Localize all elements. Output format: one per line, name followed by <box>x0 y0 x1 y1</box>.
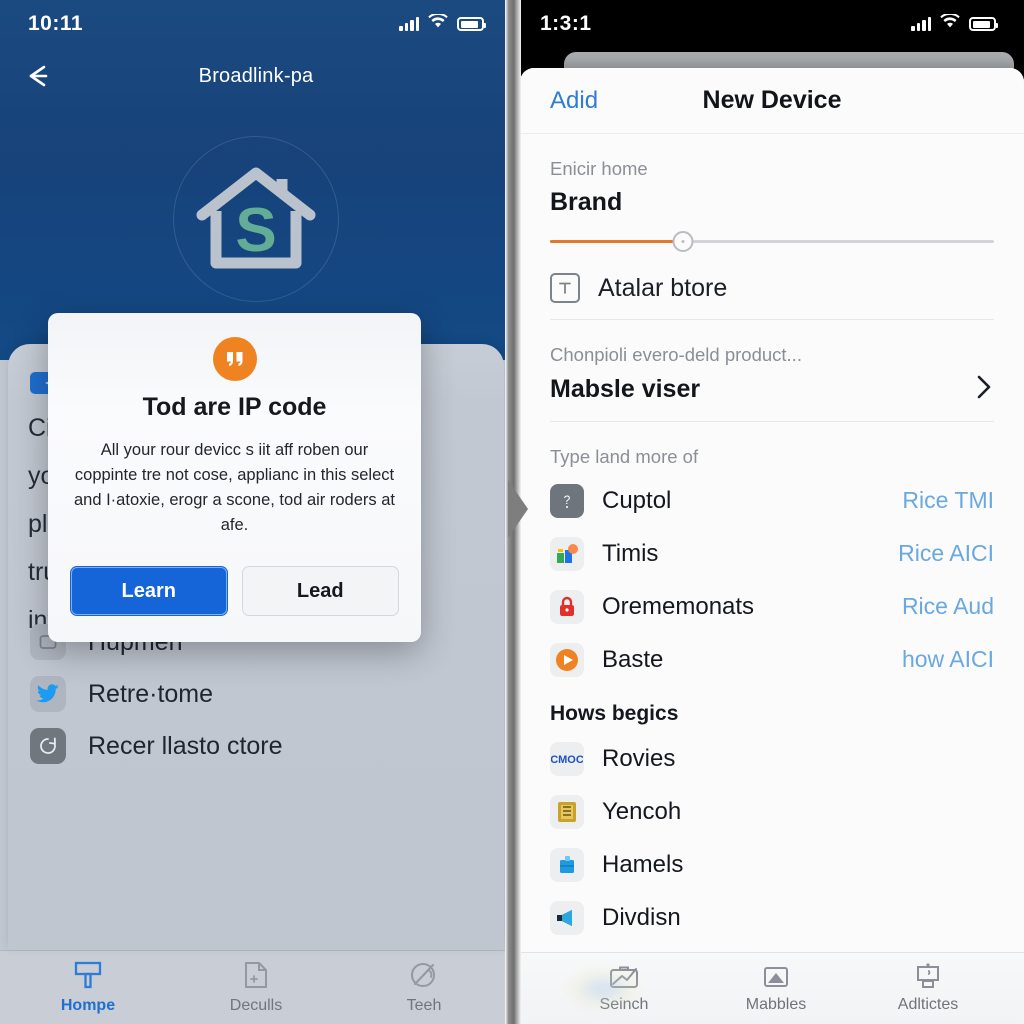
svg-text:CMOC: CMOC <box>551 754 583 766</box>
dialog-actions: Learn Lead <box>70 566 399 616</box>
slider-thumb[interactable] <box>672 231 694 252</box>
mountain-icon <box>764 967 788 987</box>
status-time: 1:3:1 <box>540 12 592 35</box>
list-item-label: Yencoh <box>602 797 682 825</box>
label-box-icon <box>550 273 580 303</box>
list-item[interactable]: CMOC Rovies <box>550 732 994 785</box>
list-item-label: Hamels <box>602 850 684 878</box>
right-navbar: Adid New Device <box>520 68 1024 134</box>
tab-mabbles[interactable]: Mabbles <box>726 963 826 1014</box>
blue-box-icon <box>550 847 584 882</box>
dialog-body: All your rour devicc s iit aff roben our… <box>73 441 395 534</box>
quote-marks-icon <box>212 337 257 381</box>
right-status-bar: 1:3:1 <box>512 0 1024 48</box>
lead-button[interactable]: Lead <box>241 566 399 616</box>
brand-slider[interactable] <box>550 229 994 255</box>
tab-glow <box>564 968 642 1010</box>
list-item-action[interactable]: Rice TMI <box>902 487 994 514</box>
type-section-heading: Type land more of <box>550 446 699 467</box>
list-item[interactable]: Orememonats Rice Aud <box>550 580 994 633</box>
list-item-label: Cuptol <box>602 486 672 514</box>
store-row[interactable]: Atalar btore <box>550 255 994 320</box>
left-phone-panel: 10:11 Broadlink-pa S Ci yo plu tru int R… <box>0 0 512 1024</box>
list-item-action[interactable]: how AICI <box>902 646 994 673</box>
sheet-body: Enicir home Brand Atalar btore Chonpioli… <box>520 158 1024 944</box>
list-item[interactable]: ? Cuptol Rice TMI <box>550 474 994 527</box>
new-device-sheet: Adid New Device Enicir home Brand Atalar… <box>520 68 1024 1024</box>
store-row-label: Atalar btore <box>598 273 728 302</box>
wifi-icon <box>940 12 960 34</box>
chevron-right-icon <box>974 372 994 407</box>
right-phone-panel: 1:3:1 Adid New Device Enicir home Brand <box>512 0 1024 1024</box>
hows-section-list: CMOC Rovies Yencoh Hamels Divdisn <box>550 732 994 944</box>
list-item[interactable]: Divdisn <box>550 891 994 944</box>
add-button[interactable]: Adid <box>550 87 598 115</box>
dual-phone-screenshot: 10:11 Broadlink-pa S Ci yo plu tru int R… <box>0 0 1024 1024</box>
list-item-label: Baste <box>602 645 664 673</box>
list-item-label: Orememonats <box>602 592 755 620</box>
list-item[interactable]: Yencoh <box>550 785 994 838</box>
right-tab-bar: Seinch Mabbles Adltict <box>520 952 1024 1024</box>
slider-fill <box>550 240 684 243</box>
product-caption: Chonpioli evero-deld product... <box>550 344 802 365</box>
tab-label: Adltictes <box>897 996 959 1013</box>
ip-code-dialog: Tod are IP code All your rour devicc s i… <box>48 313 421 642</box>
orange-play-icon <box>550 642 584 677</box>
type-section-list: ? Cuptol Rice TMI Timis Rice AICI Oremem… <box>550 474 994 686</box>
red-lock-icon <box>550 589 584 624</box>
list-item[interactable]: Baste how AICI <box>550 633 994 686</box>
list-item-action[interactable]: Rice AICI <box>898 540 994 567</box>
list-item-label: Divdisn <box>602 903 681 931</box>
dialog-title: Tod are IP code <box>142 393 327 421</box>
list-item-label: Rovies <box>602 744 676 772</box>
tab-adltictes[interactable]: Adltictes <box>878 963 978 1014</box>
learn-button[interactable]: Learn <box>70 566 228 616</box>
signal-bars-icon <box>911 17 931 31</box>
product-value: Mabsle viser <box>550 375 701 403</box>
cmoc-text-icon: CMOC <box>550 741 584 776</box>
list-item[interactable]: Hamels <box>550 838 994 891</box>
chevron-right-divider-icon <box>506 478 534 545</box>
monitor-icon <box>917 963 939 988</box>
list-item-action[interactable]: Rice Aud <box>902 593 994 620</box>
question-badge-icon: ? <box>550 483 584 518</box>
product-row[interactable]: Mabsle viser <box>550 366 994 422</box>
tab-label: Mabbles <box>745 996 807 1013</box>
list-item-label: Timis <box>602 539 659 567</box>
brand-caption: Enicir home <box>550 158 648 179</box>
list-item[interactable]: Timis Rice AICI <box>550 527 994 580</box>
brand-value: Brand <box>550 188 623 216</box>
gold-chip-icon <box>550 794 584 829</box>
megaphone-icon <box>550 900 584 935</box>
status-icon-group <box>911 12 998 34</box>
svg-text:?: ? <box>564 493 571 507</box>
battery-icon <box>969 17 998 31</box>
apps-grid-icon <box>550 536 584 571</box>
hows-section-heading: Hows begics <box>550 702 679 725</box>
